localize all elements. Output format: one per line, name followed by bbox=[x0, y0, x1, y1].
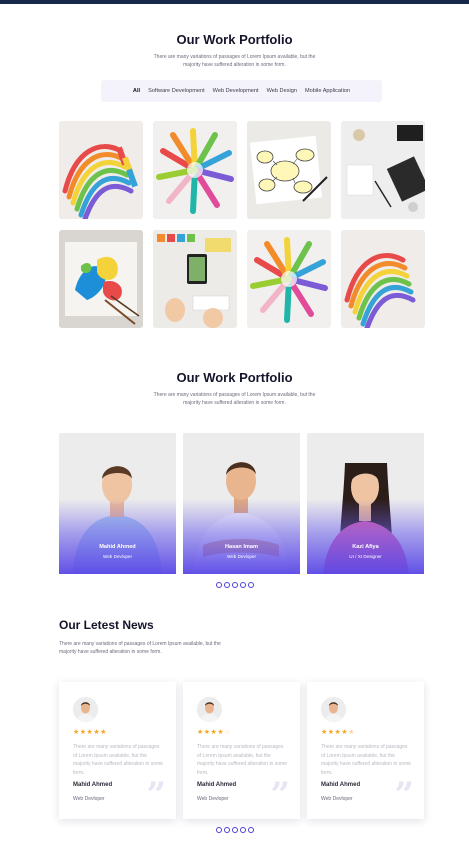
portfolio-filter-bar: All Software Development Web Development… bbox=[101, 80, 382, 102]
portfolio-item-desk-workspace[interactable] bbox=[341, 121, 425, 219]
testimonial-text: There are many variations of passages of… bbox=[73, 744, 163, 776]
avatar bbox=[197, 697, 222, 722]
carousel-dot[interactable] bbox=[247, 582, 254, 588]
portfolio-item-colorful-markers[interactable] bbox=[153, 121, 237, 219]
carousel-dot[interactable] bbox=[239, 827, 246, 833]
rainbow-crayons-image bbox=[59, 121, 143, 219]
team-member-role: Web Devloper bbox=[102, 554, 133, 559]
news-title: Our Letest News bbox=[59, 618, 154, 632]
testimonial-author: Mahid Ahmed bbox=[321, 782, 361, 788]
rainbow-crayons-image bbox=[341, 230, 425, 328]
sketch-notes-image bbox=[247, 121, 331, 219]
testimonial-author: Mahid Ahmed bbox=[197, 782, 237, 788]
rating-stars: ★★★★★ bbox=[73, 729, 107, 736]
carousel-dot[interactable] bbox=[239, 582, 246, 588]
testimonial-card[interactable]: ★★★★★ There are many variations of passa… bbox=[307, 682, 424, 819]
portfolio-item-sketch-notes[interactable] bbox=[247, 121, 331, 219]
avatar bbox=[73, 697, 98, 722]
portfolio-item-colorful-markers-2[interactable] bbox=[247, 230, 331, 328]
portfolio-item-paint-canvas[interactable] bbox=[59, 230, 143, 328]
filter-tab-software-development[interactable]: Software Development bbox=[148, 88, 205, 94]
testimonial-text: There are many variations of passages of… bbox=[321, 744, 411, 776]
rating-stars: ★★★★☆ bbox=[197, 729, 231, 736]
quote-icon: ” bbox=[146, 775, 166, 815]
team-member-card[interactable]: Hasan Imam Web Devloper bbox=[183, 433, 300, 574]
portfolio-description: There are many variations of passages of… bbox=[153, 54, 316, 68]
filter-tab-mobile-application[interactable]: Mobile Application bbox=[305, 88, 350, 94]
news-carousel: ★★★★★ There are many variations of passa… bbox=[59, 682, 424, 819]
rating-stars: ★★★★★ bbox=[321, 729, 355, 736]
team-member-card[interactable]: Mahid Ahmed Web Devloper bbox=[59, 433, 176, 574]
colorful-markers-image bbox=[153, 121, 237, 219]
design-workspace-image bbox=[153, 230, 237, 328]
carousel-dot[interactable] bbox=[215, 582, 222, 588]
carousel-dot[interactable] bbox=[223, 582, 230, 588]
filter-tab-web-design[interactable]: Web Design bbox=[267, 88, 297, 94]
testimonial-role: Web Devloper bbox=[321, 796, 353, 802]
testimonial-role: Web Devloper bbox=[197, 796, 229, 802]
team-member-name: Hasan Imam bbox=[225, 544, 258, 550]
news-description: There are many variations of passages of… bbox=[59, 641, 221, 655]
portfolio-item-rainbow-crayons[interactable] bbox=[59, 121, 143, 219]
team-member-role: Web Devloper bbox=[226, 554, 257, 559]
paint-canvas-image bbox=[59, 230, 143, 328]
carousel-dot[interactable] bbox=[231, 827, 238, 833]
quote-icon: ” bbox=[394, 775, 414, 815]
quote-icon: ” bbox=[270, 775, 290, 815]
team-carousel: Mahid Ahmed Web Devloper Hasan Imam Web … bbox=[59, 433, 424, 574]
portfolio-grid bbox=[59, 121, 425, 328]
desk-workspace-image bbox=[341, 121, 425, 219]
team-description: There are many variations of passages of… bbox=[153, 392, 316, 406]
team-member-name: Kazi Afiya bbox=[352, 544, 379, 550]
filter-tab-web-development[interactable]: Web Development bbox=[213, 88, 259, 94]
colorful-markers-image bbox=[247, 230, 331, 328]
testimonial-card[interactable]: ★★★★☆ There are many variations of passa… bbox=[183, 682, 300, 819]
testimonial-role: Web Devloper bbox=[73, 796, 105, 802]
team-title: Our Work Portfolio bbox=[176, 370, 293, 385]
team-member-card[interactable]: Kazi Afiya UI / XI Designer bbox=[307, 433, 424, 574]
top-bar bbox=[0, 0, 469, 4]
avatar bbox=[321, 697, 346, 722]
testimonial-author: Mahid Ahmed bbox=[73, 782, 113, 788]
portfolio-item-design-workspace[interactable] bbox=[153, 230, 237, 328]
news-carousel-pagination bbox=[0, 827, 469, 833]
carousel-dot[interactable] bbox=[247, 827, 254, 833]
carousel-dot[interactable] bbox=[231, 582, 238, 588]
team-member-name: Mahid Ahmed bbox=[99, 544, 136, 550]
filter-tab-all[interactable]: All bbox=[133, 88, 140, 94]
team-member-role: UI / XI Designer bbox=[349, 554, 382, 559]
testimonial-card[interactable]: ★★★★★ There are many variations of passa… bbox=[59, 682, 176, 819]
portfolio-title: Our Work Portfolio bbox=[176, 32, 293, 47]
portfolio-item-rainbow-crayons-2[interactable] bbox=[341, 230, 425, 328]
carousel-dot[interactable] bbox=[223, 827, 230, 833]
testimonial-text: There are many variations of passages of… bbox=[197, 744, 287, 776]
team-carousel-pagination bbox=[0, 582, 469, 588]
carousel-dot[interactable] bbox=[215, 827, 222, 833]
